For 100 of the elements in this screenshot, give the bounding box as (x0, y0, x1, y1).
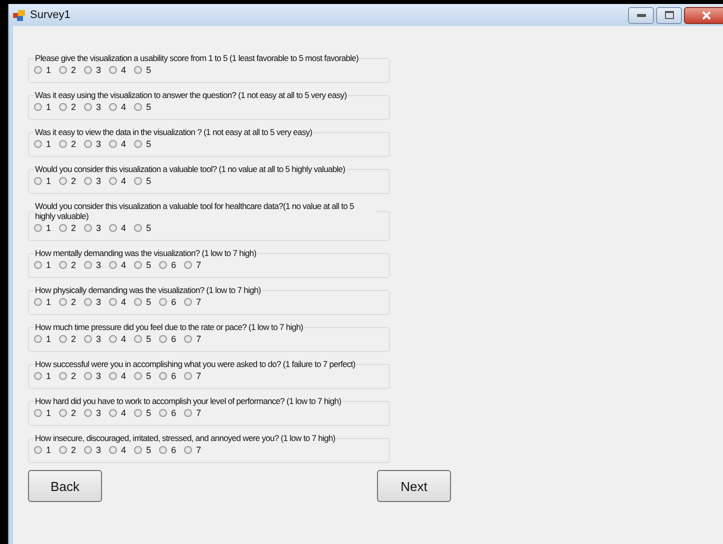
radio-button[interactable] (159, 298, 168, 306)
radio-button[interactable] (59, 408, 68, 416)
radio-button[interactable] (109, 408, 118, 416)
radio-button[interactable] (109, 334, 118, 342)
radio-option[interactable]: 2 (59, 296, 76, 306)
radio-button[interactable] (134, 298, 142, 306)
radio-option[interactable]: 5 (134, 370, 152, 380)
radio-button[interactable] (59, 176, 68, 184)
radio-button[interactable] (84, 408, 92, 416)
radio-option[interactable]: 6 (159, 408, 176, 418)
radio-button[interactable] (109, 140, 118, 148)
radio-option[interactable]: 6 (159, 260, 176, 270)
radio-option[interactable]: 5 (134, 102, 152, 112)
radio-option[interactable]: 2 (59, 64, 76, 74)
radio-option[interactable]: 3 (84, 64, 102, 74)
radio-button[interactable] (134, 446, 142, 454)
radio-button[interactable] (159, 408, 168, 416)
maximize-button[interactable] (656, 6, 682, 24)
radio-option[interactable]: 2 (59, 334, 76, 344)
radio-button[interactable] (159, 372, 168, 380)
radio-button[interactable] (59, 334, 68, 342)
radio-option[interactable]: 5 (134, 138, 152, 148)
radio-option[interactable]: 2 (59, 370, 76, 380)
radio-option[interactable]: 6 (159, 296, 176, 306)
radio-option[interactable]: 2 (59, 102, 76, 112)
radio-option[interactable]: 4 (109, 408, 126, 418)
radio-option[interactable]: 3 (84, 444, 102, 454)
radio-button[interactable] (59, 66, 68, 74)
radio-option[interactable]: 1 (34, 296, 52, 306)
radio-button[interactable] (159, 260, 168, 268)
radio-option[interactable]: 1 (34, 260, 52, 270)
radio-button[interactable] (84, 446, 92, 454)
radio-option[interactable]: 7 (184, 444, 202, 454)
radio-button[interactable] (109, 102, 118, 110)
radio-button[interactable] (34, 102, 42, 110)
radio-button[interactable] (84, 298, 92, 306)
radio-button[interactable] (34, 372, 42, 380)
radio-button[interactable] (34, 446, 42, 454)
radio-option[interactable]: 6 (159, 334, 176, 344)
minimize-button[interactable] (628, 6, 654, 24)
radio-option[interactable]: 7 (184, 370, 202, 380)
radio-option[interactable]: 3 (84, 408, 102, 418)
radio-button[interactable] (84, 140, 92, 148)
radio-button[interactable] (84, 260, 92, 268)
next-button[interactable]: Next (377, 470, 451, 502)
radio-button[interactable] (59, 140, 68, 148)
radio-button[interactable] (59, 260, 68, 268)
radio-option[interactable]: 3 (84, 334, 102, 344)
radio-option[interactable]: 5 (134, 176, 152, 186)
close-button[interactable] (684, 6, 723, 24)
radio-button[interactable] (184, 298, 192, 306)
radio-button[interactable] (84, 176, 92, 184)
radio-option[interactable]: 1 (34, 176, 52, 186)
radio-option[interactable]: 2 (59, 408, 76, 418)
radio-button[interactable] (134, 334, 142, 342)
radio-button[interactable] (109, 66, 118, 74)
radio-option[interactable]: 3 (84, 296, 102, 306)
radio-option[interactable]: 1 (34, 222, 52, 232)
radio-option[interactable]: 5 (134, 296, 152, 306)
radio-button[interactable] (59, 446, 68, 454)
radio-button[interactable] (109, 372, 118, 380)
radio-button[interactable] (59, 224, 68, 232)
radio-option[interactable]: 1 (34, 408, 52, 418)
radio-button[interactable] (184, 260, 192, 268)
radio-option[interactable]: 3 (84, 176, 102, 186)
radio-option[interactable]: 1 (34, 334, 52, 344)
radio-option[interactable]: 4 (109, 102, 126, 112)
radio-option[interactable]: 4 (109, 296, 126, 306)
radio-button[interactable] (134, 176, 142, 184)
radio-option[interactable]: 5 (134, 444, 152, 454)
radio-button[interactable] (84, 372, 92, 380)
radio-option[interactable]: 2 (59, 176, 76, 186)
radio-option[interactable]: 1 (34, 102, 52, 112)
radio-button[interactable] (184, 408, 192, 416)
radio-button[interactable] (109, 224, 118, 232)
radio-button[interactable] (59, 298, 68, 306)
radio-option[interactable]: 1 (34, 370, 52, 380)
radio-button[interactable] (59, 372, 68, 380)
radio-option[interactable]: 7 (184, 408, 202, 418)
radio-option[interactable]: 5 (134, 64, 152, 74)
radio-button[interactable] (84, 224, 92, 232)
radio-button[interactable] (34, 334, 42, 342)
radio-button[interactable] (34, 408, 42, 416)
radio-button[interactable] (109, 298, 118, 306)
radio-option[interactable]: 7 (184, 260, 202, 270)
radio-button[interactable] (134, 102, 142, 110)
radio-button[interactable] (34, 176, 42, 184)
radio-button[interactable] (159, 334, 168, 342)
radio-option[interactable]: 3 (84, 222, 102, 232)
radio-option[interactable]: 1 (34, 444, 52, 454)
radio-option[interactable]: 5 (134, 408, 152, 418)
radio-button[interactable] (109, 260, 118, 268)
radio-option[interactable]: 4 (109, 334, 126, 344)
radio-option[interactable]: 7 (184, 296, 202, 306)
radio-button[interactable] (34, 66, 42, 74)
radio-button[interactable] (134, 408, 142, 416)
radio-option[interactable]: 4 (109, 370, 126, 380)
radio-button[interactable] (84, 66, 92, 74)
radio-option[interactable]: 4 (109, 444, 126, 454)
radio-button[interactable] (34, 224, 42, 232)
